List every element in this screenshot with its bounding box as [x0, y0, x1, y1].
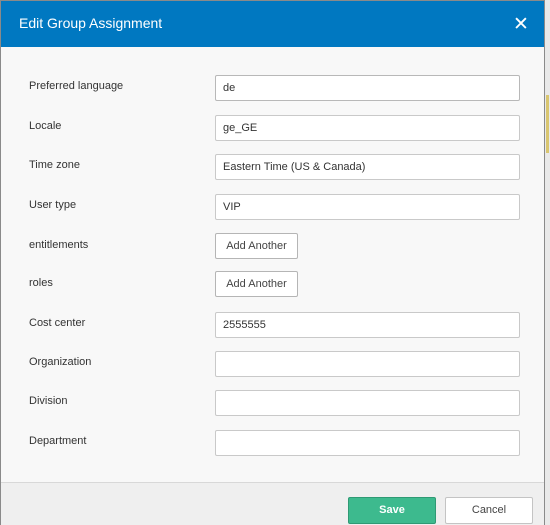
entitlements-label: entitlements [29, 239, 89, 251]
division-label: Division [29, 395, 68, 407]
field-department: Department [1, 430, 544, 458]
field-division: Division [1, 390, 544, 418]
time-zone-label: Time zone [29, 159, 80, 171]
save-button[interactable]: Save [348, 497, 436, 524]
field-time-zone: Time zone [1, 154, 544, 182]
field-preferred-language: Preferred language [1, 75, 544, 103]
organization-label: Organization [29, 356, 92, 368]
department-input[interactable] [215, 430, 520, 456]
field-roles: roles Add Another [1, 271, 544, 300]
user-type-label: User type [29, 199, 77, 211]
cost-center-label: Cost center [29, 317, 86, 329]
page-backdrop [545, 0, 550, 525]
locale-label: Locale [29, 120, 62, 132]
close-icon[interactable]: ✕ [512, 15, 530, 34]
cost-center-input[interactable] [215, 312, 520, 338]
preferred-language-label: Preferred language [29, 80, 124, 92]
dialog-body: Preferred language Locale Time zone User… [1, 48, 544, 482]
entitlements-add-another-button[interactable]: Add Another [215, 233, 298, 259]
roles-add-another-button[interactable]: Add Another [215, 271, 298, 297]
backdrop-scrollbar [546, 95, 549, 153]
field-user-type: User type [1, 194, 544, 222]
cancel-button[interactable]: Cancel [445, 497, 533, 524]
edit-group-assignment-dialog: Edit Group Assignment ✕ Preferred langua… [0, 0, 545, 525]
user-type-input[interactable] [215, 194, 520, 220]
field-cost-center: Cost center [1, 312, 544, 340]
dialog-header: Edit Group Assignment ✕ [1, 1, 544, 47]
dialog-footer: Save Cancel [1, 482, 544, 525]
field-entitlements: entitlements Add Another [1, 233, 544, 262]
field-organization: Organization [1, 351, 544, 379]
roles-label: roles [29, 277, 53, 289]
field-locale: Locale [1, 115, 544, 143]
time-zone-input[interactable] [215, 154, 520, 180]
division-input[interactable] [215, 390, 520, 416]
department-label: Department [29, 435, 87, 447]
dialog-title: Edit Group Assignment [19, 15, 163, 31]
organization-input[interactable] [215, 351, 520, 377]
preferred-language-input[interactable] [215, 75, 520, 101]
locale-input[interactable] [215, 115, 520, 141]
